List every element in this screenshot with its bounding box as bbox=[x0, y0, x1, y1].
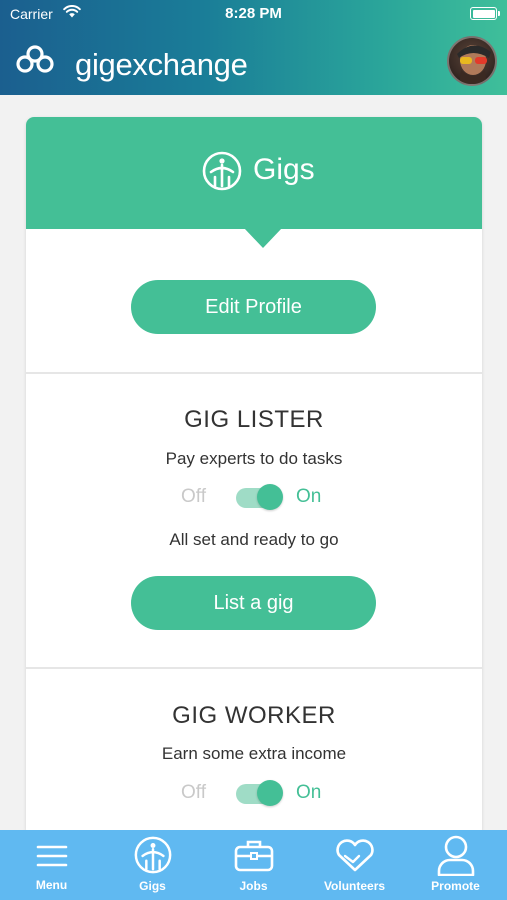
card-title: Gigs bbox=[253, 153, 315, 186]
brand-name: gigexchange bbox=[75, 47, 248, 82]
tab-gigs[interactable]: Gigs bbox=[102, 830, 203, 900]
tab-label: Gigs bbox=[139, 879, 166, 893]
hamburger-icon bbox=[36, 845, 67, 867]
gig-lister-toggle-row: Off On bbox=[26, 484, 482, 514]
toggle-knob[interactable] bbox=[257, 780, 283, 806]
gig-worker-title: GIG WORKER bbox=[172, 702, 336, 729]
card-header: Gigs bbox=[26, 117, 482, 229]
heart-hands-icon bbox=[335, 839, 374, 872]
gig-lister-status: All set and ready to go bbox=[169, 530, 339, 549]
toggle-knob[interactable] bbox=[257, 484, 283, 510]
edit-profile-button[interactable]: Edit Profile bbox=[131, 280, 376, 334]
bottom-tab-bar: Menu Gigs Jobs Volunteers Promote bbox=[0, 830, 507, 900]
status-time: 8:28 PM bbox=[225, 5, 282, 22]
header-pointer bbox=[244, 228, 282, 248]
tab-label: Jobs bbox=[239, 879, 268, 893]
tab-promote[interactable]: Promote bbox=[405, 830, 506, 900]
tab-label: Promote bbox=[431, 879, 480, 893]
tab-jobs[interactable]: Jobs bbox=[203, 830, 304, 900]
tab-label: Menu bbox=[35, 878, 68, 892]
section-divider bbox=[26, 667, 482, 669]
toggle-off-label[interactable]: Off bbox=[181, 782, 206, 804]
tab-menu[interactable]: Menu bbox=[1, 830, 102, 900]
person-icon bbox=[437, 835, 474, 876]
app-header: Carrier 8:28 PM gigexchange bbox=[0, 0, 507, 95]
gig-person-icon bbox=[134, 836, 171, 874]
briefcase-icon bbox=[234, 840, 273, 872]
user-avatar[interactable] bbox=[447, 36, 497, 86]
gig-worker-toggle-row: Off On bbox=[26, 780, 482, 810]
gig-lister-title: GIG LISTER bbox=[184, 406, 324, 433]
gig-worker-subtitle: Earn some extra income bbox=[161, 744, 347, 763]
gigs-card: Gigs Edit Profile GIG LISTER Pay experts… bbox=[26, 117, 482, 837]
toggle-on-label[interactable]: On bbox=[296, 486, 321, 508]
section-divider bbox=[26, 372, 482, 374]
gig-person-icon bbox=[201, 150, 243, 197]
tab-label: Volunteers bbox=[323, 879, 386, 893]
battery-icon bbox=[470, 7, 500, 20]
toggle-on-label[interactable]: On bbox=[296, 782, 321, 804]
status-bar: Carrier 8:28 PM bbox=[0, 0, 507, 30]
gig-lister-subtitle: Pay experts to do tasks bbox=[165, 449, 343, 468]
toggle-off-label[interactable]: Off bbox=[181, 486, 206, 508]
list-gig-button[interactable]: List a gig bbox=[131, 576, 376, 630]
tab-volunteers[interactable]: Volunteers bbox=[304, 830, 405, 900]
infinity-link-icon bbox=[14, 44, 56, 79]
